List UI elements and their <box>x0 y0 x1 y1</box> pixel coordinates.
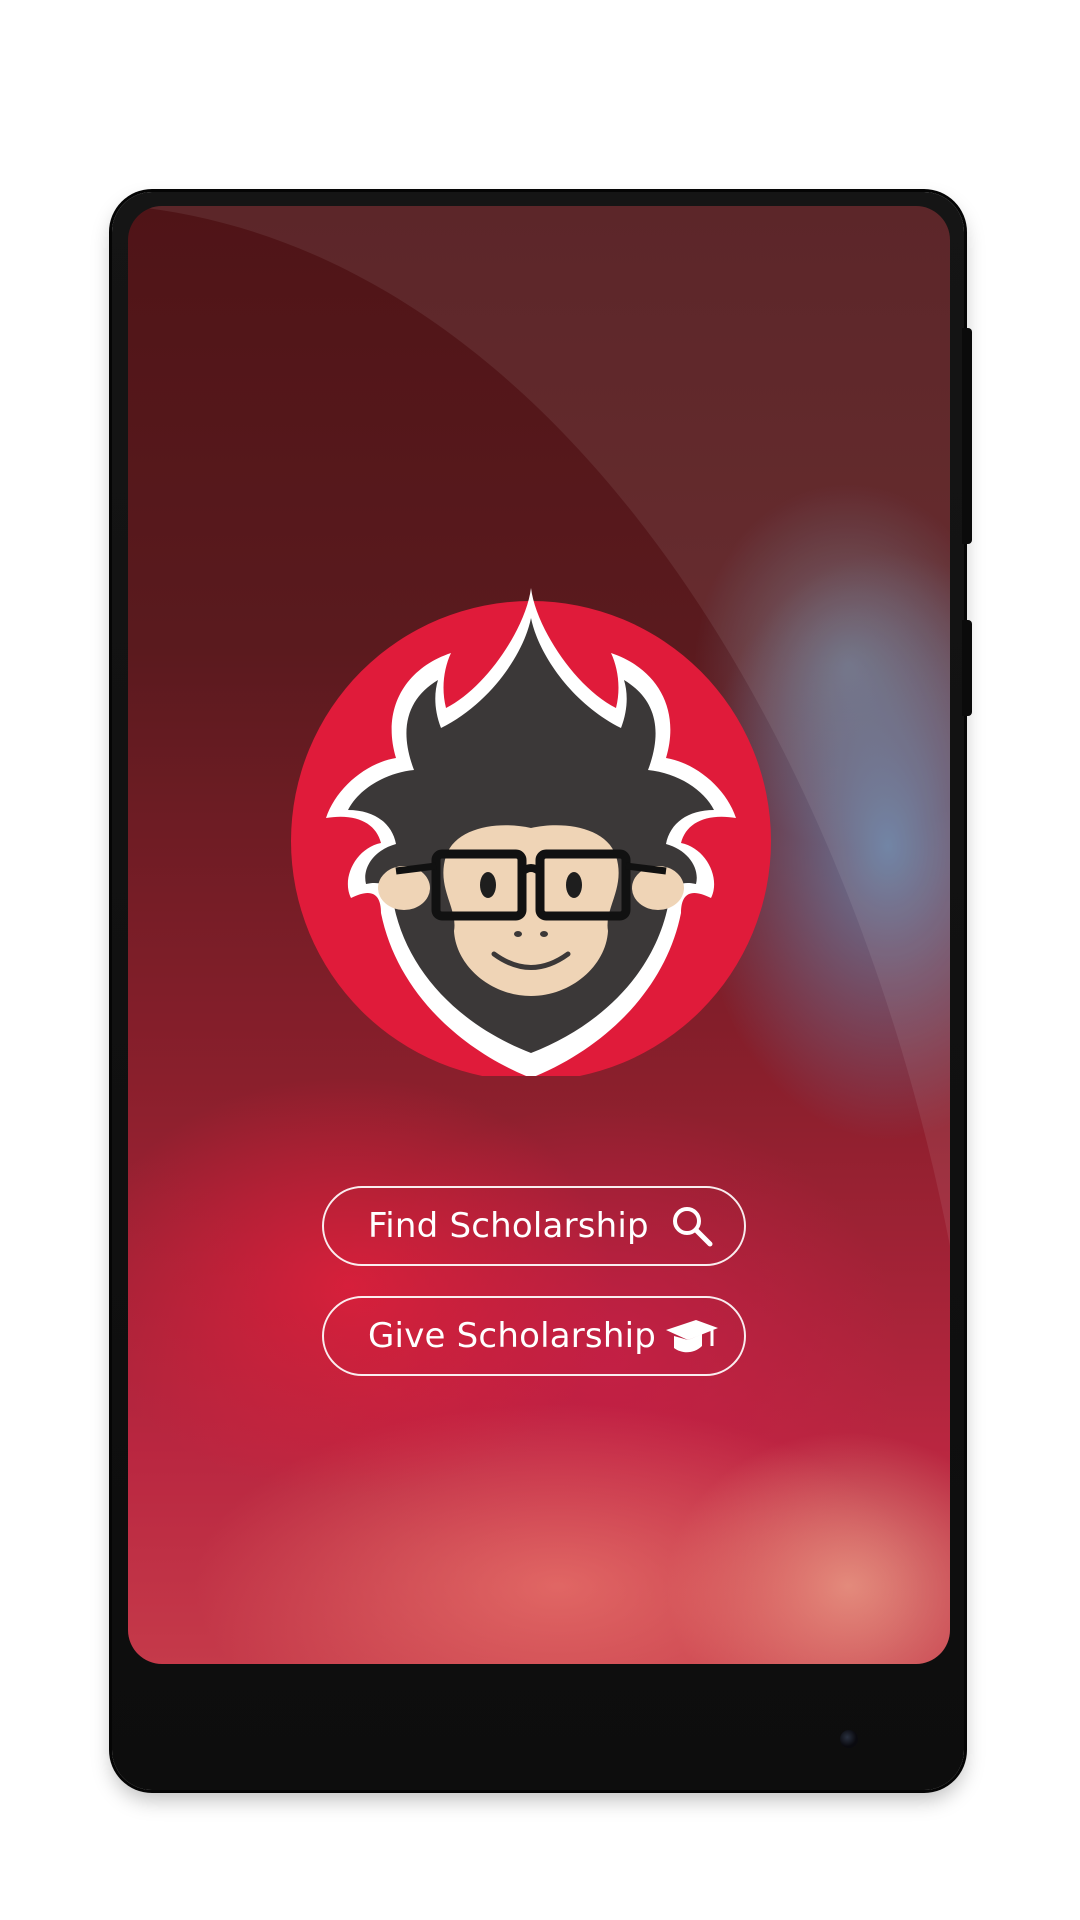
find-scholarship-button[interactable]: Find Scholarship <box>322 1186 746 1266</box>
give-scholarship-label: Give Scholarship <box>368 1316 657 1356</box>
graduation-cap-icon <box>666 1320 718 1353</box>
phone-side-button <box>962 620 972 716</box>
monkey-mascot-logo <box>291 588 771 1076</box>
device-mockup: Find Scholarship Give Scholarship <box>0 0 1080 1920</box>
front-camera <box>840 1730 858 1748</box>
search-icon <box>673 1207 713 1247</box>
phone-side-button <box>962 328 972 544</box>
app-screen: Find Scholarship Give Scholarship <box>128 206 950 1664</box>
give-scholarship-button[interactable]: Give Scholarship <box>322 1296 746 1376</box>
find-scholarship-label: Find Scholarship <box>368 1206 649 1246</box>
